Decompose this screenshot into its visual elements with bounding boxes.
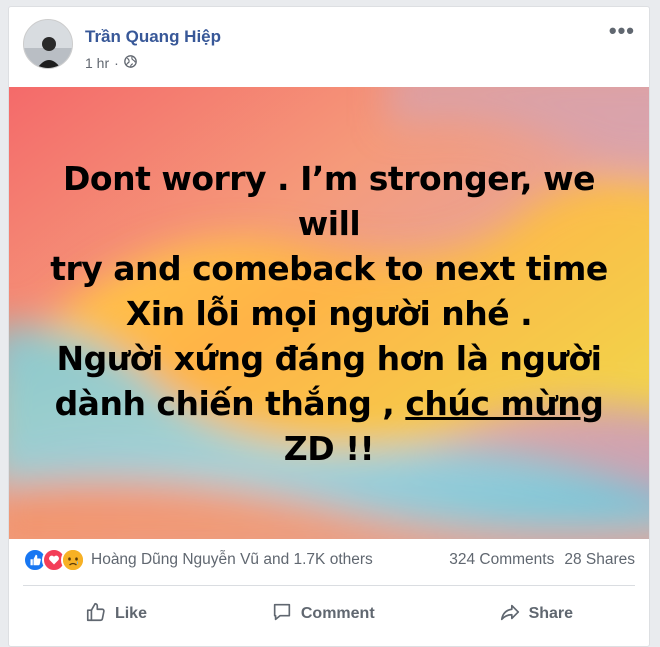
post-text-line: ZD !! xyxy=(283,428,375,468)
like-outline-icon xyxy=(85,601,107,628)
post-text: Dont worry . I’m stronger, we will try a… xyxy=(9,87,649,539)
like-button[interactable]: Like xyxy=(65,595,167,634)
shares-count[interactable]: 28 Shares xyxy=(564,551,635,569)
post-actions: Like Comment Share xyxy=(23,591,635,637)
post-text-line: Dont worry . I’m stronger, we will xyxy=(63,158,595,243)
post-text-line: Người xứng đáng hơn là người xyxy=(56,338,602,378)
post-meta: 1 hr · xyxy=(85,55,137,71)
engagement-counts: 324 Comments 28 Shares xyxy=(449,551,635,569)
share-icon xyxy=(499,601,521,628)
sad-icon xyxy=(61,548,85,572)
reactors-text[interactable]: Hoàng Dũng Nguyễn Vũ and 1.7K others xyxy=(91,551,373,569)
avatar[interactable] xyxy=(23,19,73,69)
author-name[interactable]: Trần Quang Hiệp xyxy=(85,27,221,47)
more-options-icon[interactable]: ••• xyxy=(609,20,635,42)
comment-button[interactable]: Comment xyxy=(251,595,395,634)
post-text-line: dành chiến thắng , chúc mừng xyxy=(39,381,619,426)
post-text-link[interactable]: chúc mừng xyxy=(405,384,604,423)
reaction-icons[interactable] xyxy=(23,548,85,572)
comment-icon xyxy=(271,601,293,628)
post-header: Trần Quang Hiệp 1 hr · ••• xyxy=(23,19,635,77)
post-card: Trần Quang Hiệp 1 hr · ••• Dont worry . … xyxy=(8,6,650,647)
comments-count[interactable]: 324 Comments xyxy=(449,551,554,569)
divider xyxy=(23,585,635,586)
globe-icon[interactable] xyxy=(123,55,137,71)
separator-dot: · xyxy=(114,55,119,71)
like-label: Like xyxy=(114,605,147,622)
share-button[interactable]: Share xyxy=(479,595,593,634)
post-text-line: try and comeback to next time xyxy=(50,248,608,288)
post-background: Dont worry . I’m stronger, we will try a… xyxy=(9,87,649,539)
post-text-line: Xin lỗi mọi người nhé . xyxy=(125,293,533,333)
comment-label: Comment xyxy=(300,605,375,622)
post-text-segment: dành chiến thắng , xyxy=(54,383,406,423)
post-stats: Hoàng Dũng Nguyễn Vũ and 1.7K others 324… xyxy=(23,545,635,575)
post-time[interactable]: 1 hr xyxy=(85,55,109,71)
share-label: Share xyxy=(528,605,574,622)
